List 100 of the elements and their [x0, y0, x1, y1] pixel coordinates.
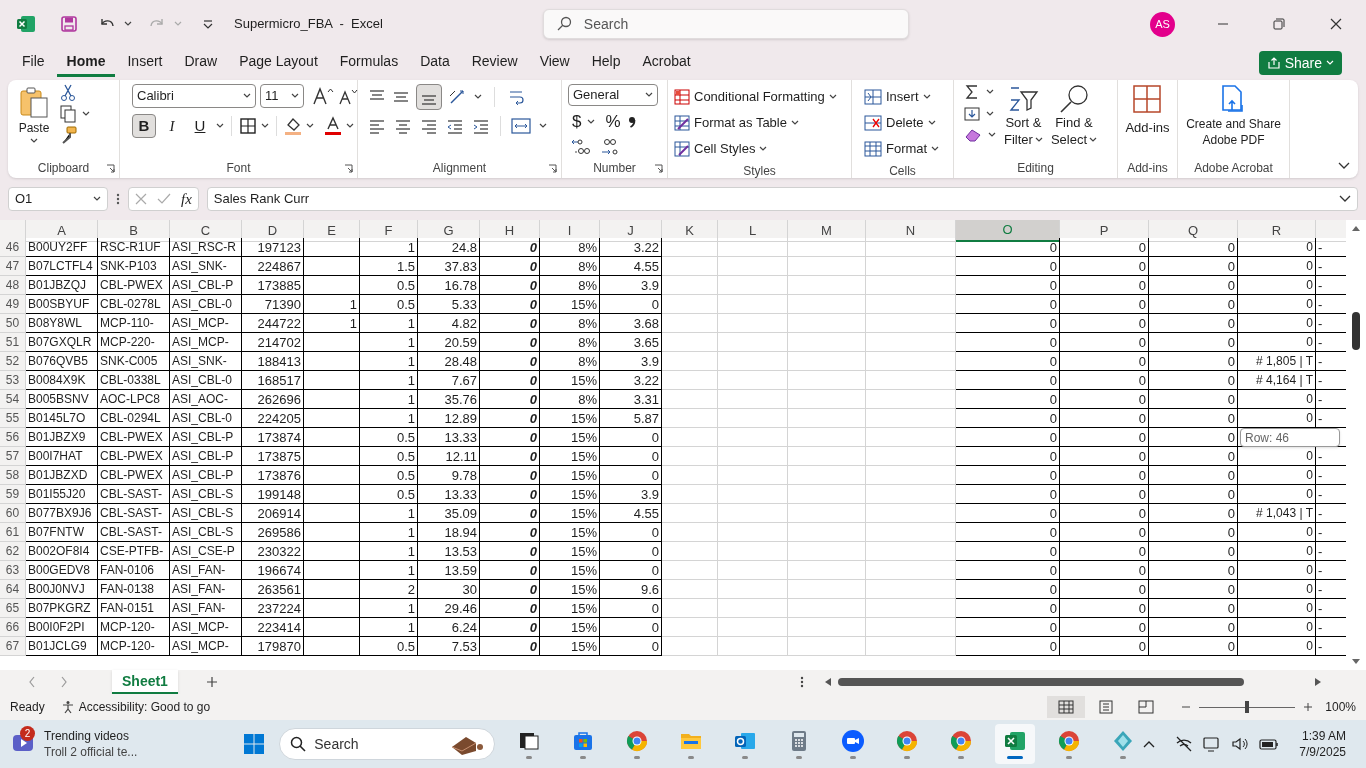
eraser-icon[interactable] — [964, 128, 982, 142]
monitor-icon[interactable] — [1203, 736, 1222, 752]
table-cell[interactable]: 0 — [1238, 523, 1316, 542]
table-cell[interactable]: ASI_CBL-P — [170, 447, 242, 466]
table-cell[interactable]: B01JBZQJ — [26, 276, 98, 295]
table-cell[interactable] — [304, 599, 360, 618]
menu-tab[interactable]: Acrobat — [632, 49, 701, 77]
font-style-button[interactable]: B — [132, 114, 156, 138]
table-cell[interactable]: 0 — [1238, 276, 1316, 295]
table-cell[interactable] — [304, 409, 360, 428]
column-header[interactable]: D — [242, 220, 304, 242]
search-field[interactable]: Search — [542, 9, 909, 39]
table-cell[interactable]: 0 — [480, 314, 540, 333]
table-cell[interactable]: ASI_CBL-P — [170, 276, 242, 295]
collapse-ribbon-icon[interactable] — [1338, 162, 1350, 170]
table-cell[interactable]: ASI_CBL-S — [170, 523, 242, 542]
table-cell[interactable]: 0.5 — [360, 466, 418, 485]
dialog-launcher-icon[interactable] — [106, 164, 115, 173]
table-cell[interactable]: 0.5 — [360, 276, 418, 295]
table-cell[interactable]: 0 — [956, 238, 1060, 257]
decrease-indent-icon[interactable] — [446, 118, 464, 134]
table-cell[interactable]: 0 — [1060, 542, 1149, 561]
table-cell[interactable]: 15% — [540, 504, 600, 523]
zoom-in-icon[interactable] — [1303, 702, 1314, 712]
table-cell[interactable]: ASI_SNK- — [170, 257, 242, 276]
table-cell[interactable]: 8% — [540, 238, 600, 257]
table-cell[interactable]: 0 — [956, 428, 1060, 447]
row-header[interactable]: 47 — [0, 257, 26, 276]
column-header[interactable]: E — [304, 220, 360, 242]
table-cell[interactable]: B01JBZX9 — [26, 428, 98, 447]
menu-tab[interactable]: Help — [581, 49, 631, 77]
table-cell[interactable] — [304, 466, 360, 485]
table-cell[interactable]: B0145L7O — [26, 409, 98, 428]
caret-icon[interactable] — [587, 118, 596, 125]
table-cell[interactable] — [304, 238, 360, 257]
scroll-down-icon[interactable] — [1351, 658, 1361, 666]
column-header[interactable]: C — [170, 220, 242, 242]
table-cell[interactable]: 1 — [304, 314, 360, 333]
table-cell[interactable]: B00I7HAT — [26, 447, 98, 466]
table-cell[interactable]: ASI_CSE-P — [170, 542, 242, 561]
table-cell[interactable]: 0 — [1238, 542, 1316, 561]
table-cell[interactable]: 263561 — [242, 580, 304, 599]
table-cell[interactable]: ASI_CBL-S — [170, 485, 242, 504]
table-cell[interactable]: B01JCLG9 — [26, 637, 98, 656]
table-cell[interactable]: FAN-0138 — [98, 580, 170, 599]
font-style-button[interactable]: I — [160, 114, 184, 138]
table-cell[interactable]: ASI_SNK- — [170, 352, 242, 371]
table-cell[interactable]: ASI_FAN- — [170, 599, 242, 618]
table-cell[interactable]: 0 — [600, 599, 662, 618]
table-cell[interactable]: 15% — [540, 295, 600, 314]
table-cell[interactable]: 173874 — [242, 428, 304, 447]
table-cell[interactable]: 0 — [1149, 599, 1238, 618]
table-cell[interactable]: 1 — [360, 523, 418, 542]
table-cell[interactable]: 8% — [540, 276, 600, 295]
table-cell[interactable]: 0 — [956, 618, 1060, 637]
table-cell[interactable]: 0 — [1238, 618, 1316, 637]
column-header[interactable]: I — [540, 220, 600, 242]
table-cell[interactable]: # 4,164 | T — [1238, 371, 1316, 390]
row-header[interactable]: 63 — [0, 561, 26, 580]
table-cell[interactable]: 0 — [480, 409, 540, 428]
add-ins-button[interactable]: Add-ins — [1125, 84, 1170, 138]
table-cell[interactable]: 8% — [540, 390, 600, 409]
cell-styles-button[interactable]: Cell Styles — [674, 136, 837, 162]
row-header[interactable]: 56 — [0, 428, 26, 447]
column-header[interactable]: B — [98, 220, 170, 242]
table-cell[interactable]: 0 — [956, 542, 1060, 561]
chevron-up-icon[interactable] — [1143, 740, 1156, 748]
table-cell[interactable]: 0 — [1060, 276, 1149, 295]
table-cell[interactable]: 0 — [1149, 371, 1238, 390]
dialog-launcher-icon[interactable] — [654, 164, 663, 173]
caret-icon[interactable] — [986, 89, 994, 95]
view-button[interactable] — [1047, 696, 1086, 718]
table-cell[interactable]: 0 — [1060, 295, 1149, 314]
table-cell[interactable]: MCP-120- — [98, 637, 170, 656]
table-cell[interactable]: 0 — [1060, 599, 1149, 618]
column-header[interactable]: P — [1060, 220, 1149, 242]
table-cell[interactable]: 1 — [360, 314, 418, 333]
table-cell[interactable]: 0 — [480, 447, 540, 466]
caret-icon[interactable] — [261, 123, 269, 129]
table-cell[interactable]: RSC-R1UF — [98, 238, 170, 257]
table-cell[interactable]: CBL-PWEX — [98, 447, 170, 466]
table-cell[interactable]: 8% — [540, 257, 600, 276]
table-cell[interactable]: ASI_RSC-R — [170, 238, 242, 257]
table-cell[interactable]: 0 — [480, 580, 540, 599]
table-cell[interactable]: 15% — [540, 409, 600, 428]
caret-icon[interactable] — [346, 123, 354, 129]
caret-icon[interactable] — [243, 93, 251, 99]
table-cell[interactable] — [304, 333, 360, 352]
merge-center-icon[interactable] — [511, 118, 531, 134]
scroll-thumb[interactable] — [1352, 312, 1360, 350]
table-cell[interactable] — [304, 637, 360, 656]
caret-icon[interactable] — [790, 120, 799, 126]
table-cell[interactable]: 0 — [480, 504, 540, 523]
menu-tab[interactable]: Insert — [117, 49, 173, 77]
table-cell[interactable]: 4.55 — [600, 504, 662, 523]
expand-formula-icon[interactable] — [1339, 195, 1351, 203]
scroll-up-icon[interactable] — [1351, 224, 1361, 232]
table-cell[interactable]: 0 — [956, 637, 1060, 656]
table-cell[interactable]: 13.53 — [418, 542, 480, 561]
table-cell[interactable] — [304, 447, 360, 466]
